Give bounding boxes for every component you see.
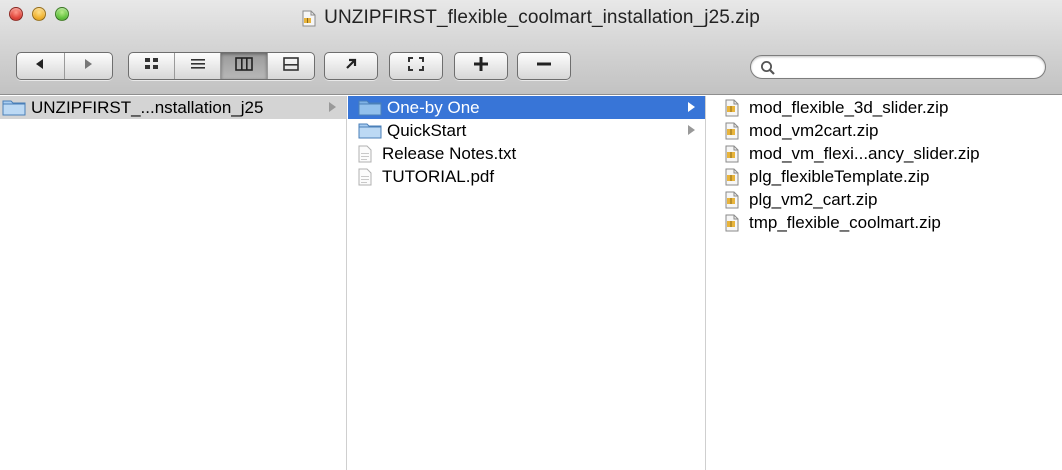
forward-arrow-icon [82,57,94,75]
item-name: plg_vm2_cart.zip [749,190,878,209]
file-item[interactable]: mod_vm_flexi...ancy_slider.zip [707,142,1062,165]
item-name: mod_vm_flexi...ancy_slider.zip [749,144,980,163]
search-icon [760,60,776,76]
file-item[interactable]: mod_vm2cart.zip [707,119,1062,142]
item-name: UNZIPFIRST_...nstallation_j25 [31,98,264,117]
toolbar-area: UNZIPFIRST_flexible_coolmart_installatio… [0,0,1062,95]
item-name: QuickStart [387,121,467,140]
folder-icon [2,99,26,116]
item-name: mod_vm2cart.zip [749,121,879,140]
forward-button[interactable] [65,53,113,79]
item-name: tmp_flexible_coolmart.zip [749,213,941,232]
share-arrow-icon [344,57,358,76]
item-name: plg_flexibleTemplate.zip [749,167,930,186]
column-1: UNZIPFIRST_...nstallation_j25 [0,96,347,470]
zip-file-icon [302,10,316,27]
share-button[interactable] [325,53,377,79]
share-button-group [324,52,378,80]
zip-file-icon [725,168,739,186]
icon-view-button[interactable] [129,53,175,79]
folder-item[interactable]: UNZIPFIRST_...nstallation_j25 [0,96,346,119]
disclosure-arrow-icon [688,125,695,135]
column-view-icon [235,56,253,76]
item-name: One-by One [387,98,480,117]
file-item[interactable]: tmp_flexible_coolmart.zip [707,211,1062,234]
zip-file-icon [725,191,739,209]
search-input[interactable] [779,59,1037,76]
file-item[interactable]: mod_flexible_3d_slider.zip [707,96,1062,119]
plus-icon [473,56,489,77]
title-bar: UNZIPFIRST_flexible_coolmart_installatio… [0,6,1062,30]
folder-item[interactable]: One-by One [348,96,705,119]
list-view-button[interactable] [175,53,221,79]
finder-window: UNZIPFIRST_flexible_coolmart_installatio… [0,0,1062,470]
minus-icon [536,56,552,77]
item-name: mod_flexible_3d_slider.zip [749,98,949,117]
fullscreen-button-group [389,52,443,80]
add-button[interactable] [455,53,507,79]
file-item[interactable]: plg_flexibleTemplate.zip [707,165,1062,188]
zip-file-icon [725,214,739,232]
list-view-icon [190,57,206,76]
item-name: TUTORIAL.pdf [382,167,495,186]
column-view-button[interactable] [221,53,268,79]
file-item[interactable]: plg_vm2_cart.zip [707,188,1062,211]
file-item[interactable]: TUTORIAL.pdf [348,165,705,188]
nav-buttons [16,52,113,80]
coverflow-view-button[interactable] [268,53,314,79]
disclosure-arrow-icon [688,102,695,112]
zip-file-icon [725,99,739,117]
coverflow-view-icon [283,56,299,76]
disclosure-arrow-icon [329,102,336,112]
folder-item[interactable]: QuickStart [348,119,705,142]
folder-icon [358,99,382,116]
back-arrow-icon [34,57,46,75]
add-button-group [454,52,508,80]
zip-file-icon [725,145,739,163]
folder-icon [358,122,382,139]
item-name: Release Notes.txt [382,144,517,163]
remove-button-group [517,52,571,80]
document-icon [358,145,372,163]
document-icon [358,168,372,186]
window-title: UNZIPFIRST_flexible_coolmart_installatio… [324,7,760,28]
fullscreen-icon [407,56,425,77]
back-button[interactable] [17,53,65,79]
file-item[interactable]: Release Notes.txt [348,142,705,165]
zip-file-icon [725,122,739,140]
column-3: mod_flexible_3d_slider.zip mod_vm2cart.zi… [707,96,1062,470]
remove-button[interactable] [518,53,570,79]
column-2: One-by One QuickStart Release Notes.txt TUT… [348,96,706,470]
icon-view-icon [144,57,160,76]
column-browser: UNZIPFIRST_...nstallation_j25 One-by One… [0,96,1062,470]
fullscreen-button[interactable] [390,53,442,79]
view-mode-buttons [128,52,315,80]
search-field[interactable] [750,55,1046,79]
